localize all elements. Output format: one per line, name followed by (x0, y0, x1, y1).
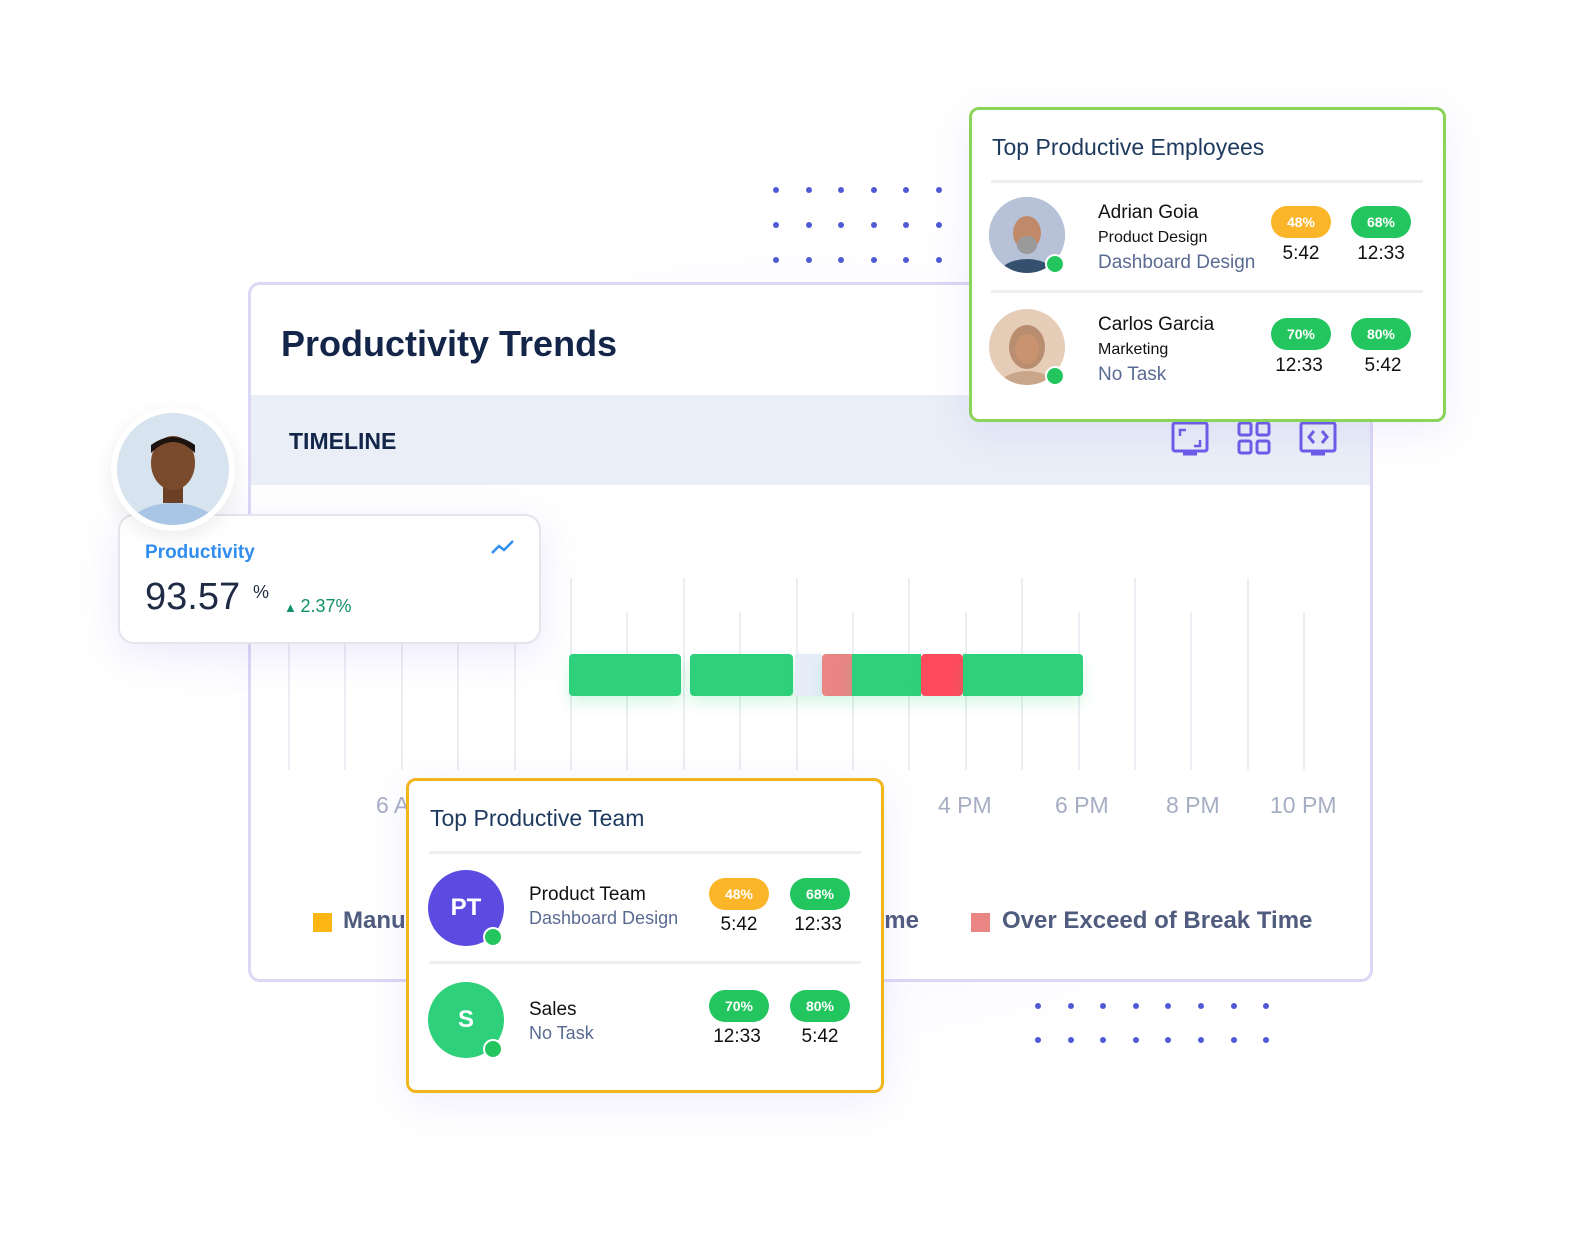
team-task: No Task (529, 1023, 594, 1043)
divider (429, 961, 861, 964)
percent-badge: 80% (1351, 318, 1411, 350)
up-arrow-icon: ▲ (284, 600, 301, 615)
dot (838, 257, 844, 263)
productivity-card: Productivity 93.57 % ▲ 2.37% (118, 514, 541, 644)
divider (991, 290, 1423, 293)
legend-swatch-manual (313, 913, 332, 932)
legend-label: Over Exceed of Break Time (1002, 907, 1313, 934)
dot (805, 187, 812, 193)
time-value: 12:33 (794, 914, 842, 935)
timeline-segment-alert[interactable] (921, 654, 963, 696)
dot (870, 222, 877, 228)
dot (1067, 1037, 1074, 1043)
percent-badge: 48% (709, 878, 769, 910)
productivity-label: Productivity (145, 542, 255, 563)
time-value: 5:42 (801, 1026, 839, 1047)
x-tick: 10 PM (1270, 792, 1337, 818)
online-status-icon (483, 1039, 503, 1059)
timeline-segment-productive[interactable] (963, 654, 1083, 696)
percent-badge: 80% (790, 990, 850, 1022)
grid-view-icon[interactable] (1235, 421, 1273, 457)
legend-swatch-over-break (971, 913, 990, 932)
percent-badge: 48% (1271, 206, 1331, 238)
percent-badge: 70% (1271, 318, 1331, 350)
x-tick: 4 PM (938, 792, 992, 818)
dot (773, 187, 779, 193)
online-status-icon (1045, 366, 1065, 386)
online-status-icon (1045, 254, 1065, 274)
online-status-icon (483, 927, 503, 947)
grid-line (1134, 578, 1136, 770)
dot (1035, 1003, 1041, 1009)
change-value: 2.37% (300, 596, 352, 616)
timeline-segment-productive[interactable] (852, 654, 921, 696)
grid-line (682, 578, 685, 770)
time-value: 5:42 (1364, 355, 1402, 376)
top-team-card: Top Productive Team PT Product Team Dash… (406, 778, 884, 1093)
dot (870, 257, 877, 263)
x-tick: 6 PM (1055, 792, 1109, 818)
card-title: Top Productive Employees (992, 134, 1265, 160)
productivity-change: ▲ 2.37% (284, 596, 352, 617)
employee-name: Adrian Goia (1098, 202, 1199, 223)
employee-dept: Product Design (1098, 229, 1208, 246)
dot (773, 257, 779, 263)
employee-task: No Task (1098, 364, 1167, 385)
dot (1067, 1003, 1074, 1009)
grid-line (1303, 612, 1306, 770)
dot (935, 187, 942, 193)
user-avatar (111, 407, 235, 531)
dot (1198, 1037, 1204, 1043)
timeline-segment-productive[interactable] (569, 654, 681, 696)
employee-task: Dashboard Design (1098, 252, 1256, 273)
dot (903, 257, 909, 263)
dot (773, 222, 779, 228)
card-title: Top Productive Team (430, 805, 645, 831)
divider (991, 180, 1423, 183)
grid-line (1190, 612, 1193, 770)
embed-code-icon[interactable] (1299, 421, 1337, 457)
dot (935, 257, 942, 263)
timeline-segment-over-exceed-break[interactable] (822, 654, 852, 696)
x-tick: 8 PM (1166, 792, 1220, 818)
timeline-segment-productive[interactable] (690, 654, 793, 696)
dot (805, 257, 812, 263)
productivity-value: 93.57 (145, 576, 241, 618)
dot (805, 222, 812, 228)
dot (838, 187, 844, 193)
dot (1230, 1037, 1237, 1043)
time-value: 12:33 (1275, 355, 1323, 376)
dot (1230, 1003, 1237, 1009)
dot (1132, 1037, 1139, 1043)
page-title: Productivity Trends (281, 323, 618, 364)
team-name: Product Team (529, 884, 646, 905)
dot (935, 222, 942, 228)
top-employees-card: Top Productive Employees Adrian Goia Pro… (969, 107, 1446, 422)
dot (1035, 1037, 1041, 1043)
dot (870, 187, 877, 193)
dot (903, 187, 909, 193)
team-name: Sales (529, 999, 577, 1020)
fullscreen-icon[interactable] (1171, 421, 1209, 457)
timeline-label: TIMELINE (289, 428, 397, 454)
productivity-unit: % (253, 582, 270, 602)
percent-badge: 68% (790, 878, 850, 910)
dot (1132, 1003, 1139, 1009)
time-value: 12:33 (1357, 243, 1405, 264)
employee-name: Carlos Garcia (1098, 314, 1215, 335)
team-task: Dashboard Design (529, 908, 679, 928)
grid-line (1246, 578, 1249, 770)
timeline-segment-idle[interactable] (795, 654, 822, 696)
dot (838, 222, 844, 228)
dot (1198, 1003, 1204, 1009)
time-value: 12:33 (713, 1026, 761, 1047)
divider (429, 851, 861, 854)
percent-badge: 70% (709, 990, 769, 1022)
time-value: 5:42 (720, 914, 758, 935)
employee-dept: Marketing (1098, 341, 1169, 358)
dot (903, 222, 909, 228)
time-value: 5:42 (1282, 243, 1320, 264)
percent-badge: 68% (1351, 206, 1411, 238)
trend-up-icon (491, 540, 514, 554)
